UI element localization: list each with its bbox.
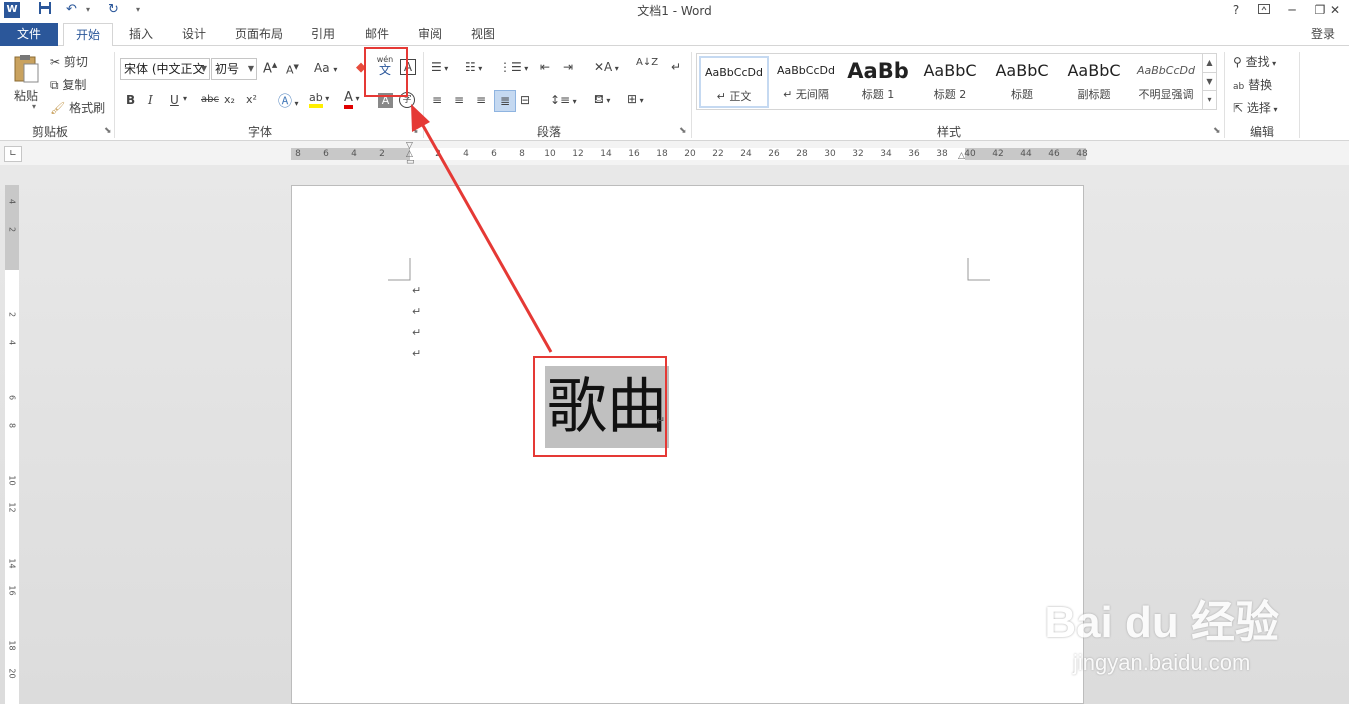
annotation-arrow bbox=[411, 104, 553, 353]
